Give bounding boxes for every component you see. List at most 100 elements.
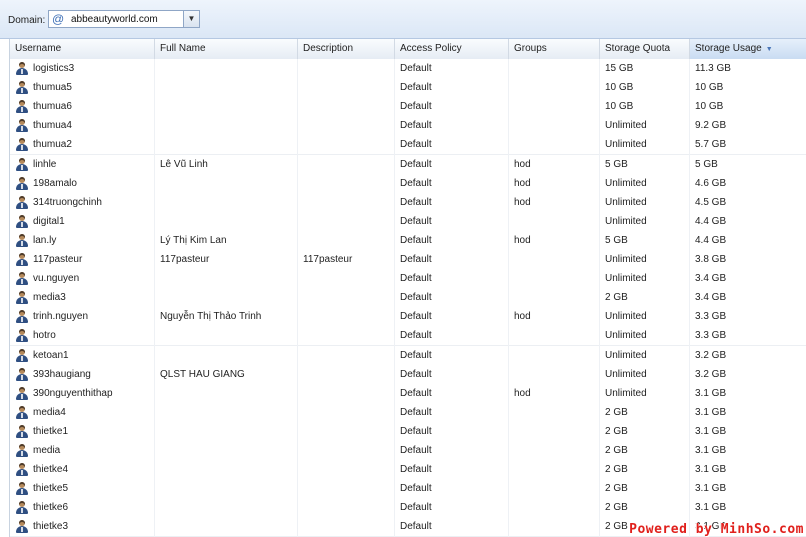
column-divider bbox=[154, 59, 155, 537]
cell-description bbox=[298, 479, 395, 498]
cell-policy: Default bbox=[400, 158, 432, 170]
column-header-label: Description bbox=[303, 43, 354, 54]
cell-fullname bbox=[155, 269, 298, 288]
cell-username: digital1 bbox=[10, 212, 155, 231]
cell-quota: 10 GB bbox=[605, 82, 634, 94]
table-row[interactable]: thietke6 Default 2 GB 3.1 GB bbox=[10, 498, 806, 519]
column-header-policy[interactable]: Access Policy bbox=[395, 39, 509, 59]
username-text: hotro bbox=[33, 330, 56, 342]
table-row[interactable]: thietke4 Default 2 GB 3.1 GB bbox=[10, 460, 806, 481]
domain-select[interactable]: @ abbeautyworld.com ▼ bbox=[48, 10, 200, 28]
cell-quota: 2 GB bbox=[605, 292, 628, 304]
table-row[interactable]: thietke5 Default 2 GB 3.1 GB bbox=[10, 479, 806, 500]
column-header-username[interactable]: Username bbox=[10, 39, 155, 59]
cell-fullname bbox=[155, 135, 298, 154]
cell-policy: Default bbox=[400, 311, 432, 323]
cell-description bbox=[298, 135, 395, 154]
cell-username: logistics3 bbox=[10, 59, 155, 78]
user-icon bbox=[16, 62, 28, 75]
table-row[interactable]: thumua6 Default 10 GB 10 GB bbox=[10, 97, 806, 118]
username-text: trinh.nguyen bbox=[33, 311, 89, 323]
cell-usage: 3.3 GB bbox=[695, 330, 727, 342]
cell-policy: Default bbox=[400, 177, 432, 189]
domain-label: Domain: bbox=[8, 15, 46, 26]
username-text: media4 bbox=[33, 406, 66, 418]
chevron-down-icon[interactable]: ▼ bbox=[183, 11, 199, 27]
user-icon bbox=[16, 348, 28, 362]
table-row[interactable]: thietke1 Default 2 GB 3.1 GB bbox=[10, 421, 806, 442]
column-divider bbox=[508, 59, 509, 537]
cell-groups bbox=[509, 116, 600, 135]
cell-fullname bbox=[155, 384, 298, 403]
username-text: thietke4 bbox=[33, 464, 69, 476]
cell-fullname bbox=[155, 479, 298, 498]
cell-usage: 3.4 GB bbox=[695, 292, 727, 304]
table-row[interactable]: hotro Default Unlimited 3.3 GB bbox=[10, 326, 806, 347]
username-text: ketoan1 bbox=[33, 349, 69, 361]
table-row[interactable]: 393haugiang QLST HAU GIANG Default Unlimite… bbox=[10, 364, 806, 385]
cell-policy: Default bbox=[400, 273, 432, 285]
cell-fullname: Lý Thị Kim Lan bbox=[160, 234, 227, 246]
table-row[interactable]: trinh.nguyen Nguyễn Thị Thảo Trinh Default… bbox=[10, 307, 806, 328]
table-row[interactable]: logistics3 Default 15 GB 11.3 GB bbox=[10, 59, 806, 79]
toolbar: Domain: @ abbeautyworld.com ▼ bbox=[0, 0, 806, 39]
table-row[interactable]: 390nguyenthithap Default hod Unlimited 3.1 G… bbox=[10, 383, 806, 404]
table-row[interactable]: linhle Lê Vũ Linh Default hod 5 GB 5 GB bbox=[10, 154, 806, 175]
cell-quota: Unlimited bbox=[605, 139, 647, 151]
table-row[interactable]: media4 Default 2 GB 3.1 GB bbox=[10, 402, 806, 423]
cell-groups bbox=[509, 78, 600, 97]
cell-usage: 5.7 GB bbox=[695, 139, 727, 151]
table-row[interactable]: thumua5 Default 10 GB 10 GB bbox=[10, 78, 806, 99]
column-header-label: Storage Usage bbox=[695, 43, 762, 54]
table-row[interactable]: 117pasteur 117pasteur 117pasteur Default Unl… bbox=[10, 250, 806, 270]
user-icon bbox=[16, 329, 28, 343]
cell-groups bbox=[509, 479, 600, 498]
user-icon bbox=[16, 272, 28, 286]
table-row[interactable]: digital1 Default Unlimited 4.4 GB bbox=[10, 211, 806, 232]
column-header-fullname[interactable]: Full Name bbox=[155, 39, 298, 59]
cell-username: thietke3 bbox=[10, 517, 155, 536]
column-header-groups[interactable]: Groups bbox=[509, 39, 600, 59]
user-icon bbox=[16, 233, 28, 247]
cell-quota: 15 GB bbox=[605, 63, 634, 74]
column-header-description[interactable]: Description bbox=[298, 39, 395, 59]
table-row[interactable]: lan.ly Lý Thị Kim Lan Default hod 5 GB 4.4 GB bbox=[10, 230, 806, 251]
cell-policy: Default bbox=[400, 196, 432, 208]
cell-groups bbox=[509, 365, 600, 384]
table-row[interactable]: 314truongchinh Default hod Unlimited 4.5 GB bbox=[10, 192, 806, 213]
username-text: thumua2 bbox=[33, 139, 72, 151]
cell-usage: 3.1 GB bbox=[695, 483, 727, 495]
cell-groups bbox=[509, 326, 600, 345]
cell-policy: Default bbox=[400, 254, 432, 265]
cell-groups: hod bbox=[514, 158, 531, 170]
table-row[interactable]: 198amalo Default hod Unlimited 4.6 GB bbox=[10, 173, 806, 194]
cell-description bbox=[298, 346, 395, 365]
table-row[interactable]: thumua4 Default Unlimited 9.2 GB bbox=[10, 116, 806, 137]
at-sign-icon: @ bbox=[52, 12, 65, 26]
cell-usage: 3.1 GB bbox=[695, 425, 727, 437]
watermark: Powered by MinhSo.com bbox=[629, 522, 804, 537]
cell-policy: Default bbox=[400, 120, 432, 132]
cell-usage: 3.8 GB bbox=[695, 254, 727, 265]
table-row[interactable]: thumua2 Default Unlimited 5.7 GB bbox=[10, 135, 806, 156]
user-icon bbox=[16, 157, 28, 171]
cell-description bbox=[298, 59, 395, 78]
column-header-quota[interactable]: Storage Quota bbox=[600, 39, 690, 59]
cell-usage: 3.1 GB bbox=[695, 445, 727, 456]
cell-description bbox=[298, 403, 395, 422]
cell-groups bbox=[509, 269, 600, 288]
grid-header: Username Full Name Description Access Polic… bbox=[10, 39, 806, 60]
table-row[interactable]: ketoan1 Default Unlimited 3.2 GB bbox=[10, 345, 806, 366]
column-header-label: Full Name bbox=[160, 43, 206, 54]
cell-username: thumua5 bbox=[10, 78, 155, 97]
cell-usage: 4.4 GB bbox=[695, 234, 727, 246]
column-header-usage[interactable]: Storage Usage ▼ bbox=[690, 39, 806, 59]
table-row[interactable]: media3 Default 2 GB 3.4 GB bbox=[10, 288, 806, 309]
table-row[interactable]: vu.nguyen Default Unlimited 3.4 GB bbox=[10, 269, 806, 290]
cell-username: 117pasteur bbox=[10, 250, 155, 269]
cell-description bbox=[298, 326, 395, 345]
user-icon bbox=[16, 367, 28, 381]
username-text: media bbox=[33, 445, 61, 456]
table-row[interactable]: media Default 2 GB 3.1 GB bbox=[10, 441, 806, 461]
cell-quota: Unlimited bbox=[605, 196, 647, 208]
